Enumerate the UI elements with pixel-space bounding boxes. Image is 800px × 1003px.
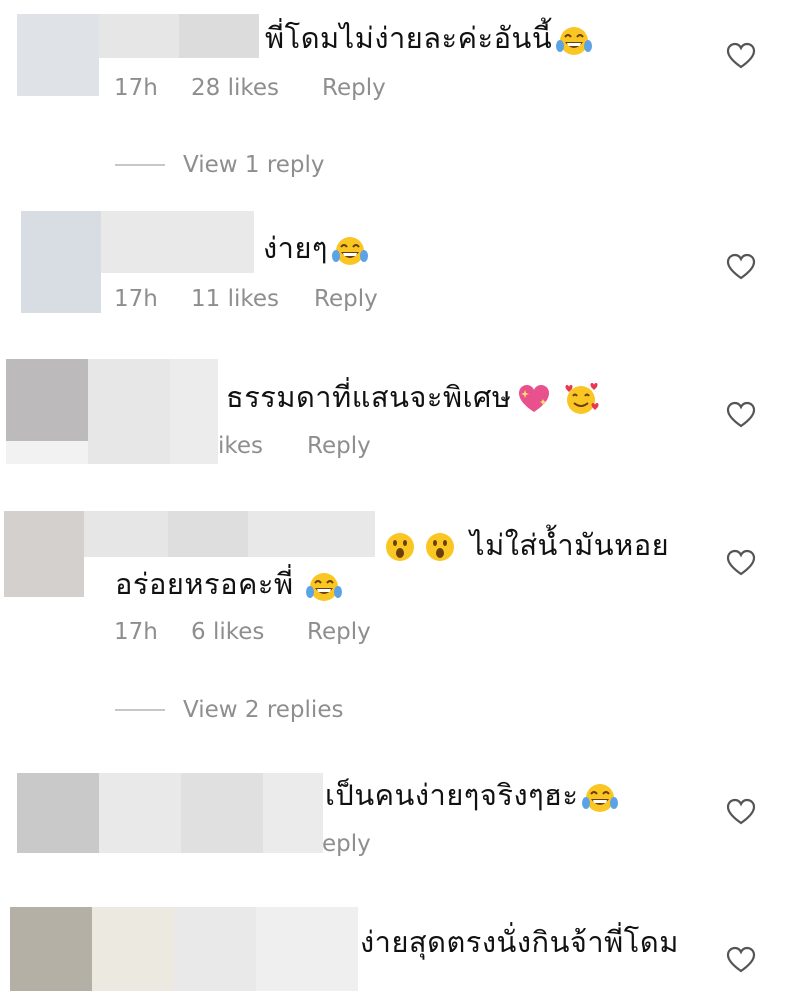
- blurred-avatar[interactable]: [6, 359, 88, 441]
- blurred-username[interactable]: [92, 907, 174, 991]
- reply-button[interactable]: Reply: [322, 74, 386, 102]
- like-heart-icon[interactable]: [726, 401, 756, 429]
- blurred-username: [170, 359, 218, 464]
- view-replies-button[interactable]: View 2 replies: [183, 696, 343, 724]
- like-heart-icon[interactable]: [726, 549, 756, 577]
- reply-button[interactable]: eply: [322, 830, 371, 858]
- hushed-face-icon: [424, 531, 456, 563]
- view-replies-divider: [115, 164, 165, 166]
- reply-button[interactable]: Reply: [314, 285, 378, 313]
- blurred-username: [256, 907, 358, 991]
- face-with-tears-of-joy-icon: [332, 234, 369, 266]
- blurred-avatar[interactable]: [21, 211, 101, 313]
- blurred-username: [174, 907, 256, 991]
- blurred-username: [179, 14, 259, 58]
- blurred-username: [263, 773, 323, 853]
- like-heart-icon[interactable]: [726, 253, 756, 281]
- blurred-avatar[interactable]: [4, 511, 84, 597]
- blurred-username: [168, 511, 248, 557]
- like-heart-icon[interactable]: [726, 798, 756, 826]
- like-heart-icon[interactable]: [726, 42, 756, 70]
- view-replies-button[interactable]: View 1 reply: [183, 151, 325, 179]
- comment-likes[interactable]: ikes: [218, 432, 263, 460]
- blurred-avatar[interactable]: [17, 14, 99, 96]
- blurred-username[interactable]: [88, 359, 170, 464]
- blurred-avatar[interactable]: [17, 773, 99, 853]
- face-with-tears-of-joy-icon: [556, 24, 593, 56]
- comment-likes[interactable]: 28 likes: [191, 74, 279, 102]
- blurred-avatar[interactable]: [10, 907, 92, 991]
- comment-text: ง่ายๆ: [263, 230, 369, 266]
- comment-text: ธรรมดาที่แสนจะพิเศษ: [226, 379, 600, 416]
- blurred-username: [181, 773, 263, 853]
- blurred-username[interactable]: [101, 211, 254, 273]
- comment-text: ไม่ใส่น้ำมันหอย: [384, 527, 669, 563]
- blurred-username[interactable]: [84, 511, 168, 557]
- comment-time: 17h: [114, 286, 158, 312]
- comment-text: เป็นคนง่ายๆจริงๆฮะ: [325, 777, 619, 813]
- comment-text: ง่ายสุดตรงนั่งกินจ้าพี่โดม: [360, 925, 679, 959]
- hushed-face-icon: [384, 531, 416, 563]
- view-replies-divider: [115, 709, 165, 711]
- face-with-tears-of-joy-icon: [305, 570, 342, 602]
- comment-likes[interactable]: 6 likes: [191, 618, 264, 646]
- like-heart-icon[interactable]: [726, 946, 756, 974]
- comment-time: 17h: [114, 619, 158, 645]
- blurred-username[interactable]: [99, 773, 181, 853]
- blurred-meta: [6, 441, 88, 464]
- blurred-username: [248, 511, 375, 557]
- sparkling-heart-icon: [516, 383, 552, 415]
- blurred-username[interactable]: [99, 14, 179, 58]
- comment-likes[interactable]: 11 likes: [191, 285, 279, 313]
- comment-time: 17h: [114, 75, 158, 101]
- face-with-tears-of-joy-icon: [582, 781, 619, 813]
- comment-text: พี่โดมไม่ง่ายละค่ะอันนี้: [265, 20, 593, 56]
- reply-button[interactable]: Reply: [307, 432, 371, 460]
- reply-button[interactable]: Reply: [307, 618, 371, 646]
- comment-text-line-2: อร่อยหรอคะพี่: [115, 566, 342, 602]
- smiling-face-with-hearts-icon: [562, 382, 600, 416]
